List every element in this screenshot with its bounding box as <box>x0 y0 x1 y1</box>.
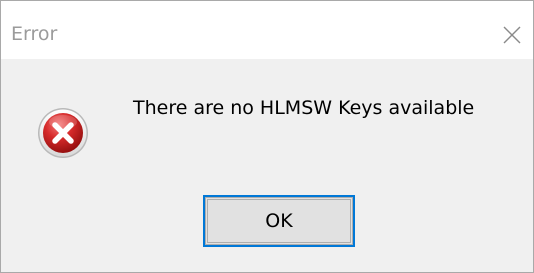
error-message: There are no HLMSW Keys available <box>133 97 475 119</box>
title-bar: Error <box>1 1 533 59</box>
close-button[interactable] <box>495 19 529 51</box>
error-icon <box>38 108 88 158</box>
error-dialog-window: Error There are no HLMSW Keys available … <box>0 0 534 273</box>
ok-button[interactable]: OK <box>205 197 353 245</box>
close-icon <box>503 26 521 44</box>
window-title: Error <box>11 23 58 45</box>
dialog-content: There are no HLMSW Keys available OK <box>1 59 533 272</box>
